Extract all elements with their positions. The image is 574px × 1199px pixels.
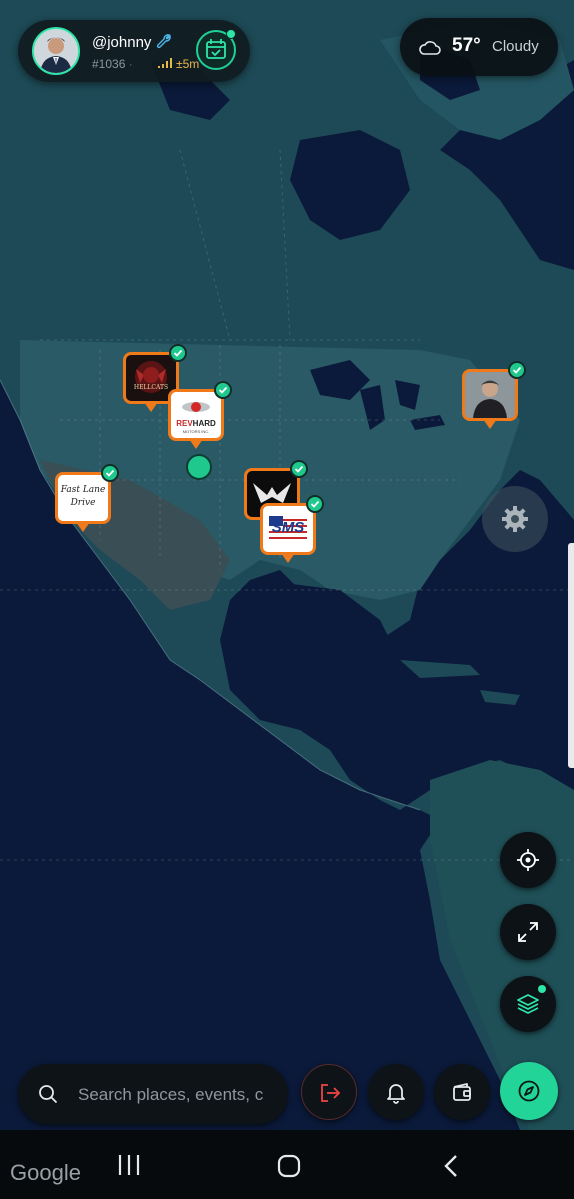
locate-me-button[interactable] xyxy=(500,832,556,888)
pin-tail xyxy=(76,522,90,532)
bell-icon xyxy=(387,1084,405,1104)
pin-tail xyxy=(483,419,497,429)
wrench-icon[interactable] xyxy=(156,33,172,49)
gps-accuracy: ±5m xyxy=(176,57,200,71)
crosshair-icon xyxy=(517,849,539,871)
map-pin-sms[interactable]: SMS xyxy=(260,495,324,567)
wallet-icon xyxy=(453,1083,471,1101)
wallet-button[interactable] xyxy=(434,1064,490,1120)
map-pin-person[interactable] xyxy=(462,361,526,433)
map-pin-fastlane[interactable]: Fast Lane Drive xyxy=(55,464,119,536)
verified-check-icon xyxy=(508,361,526,379)
layers-button[interactable] xyxy=(500,976,556,1032)
calendar-notification-dot xyxy=(226,29,236,39)
logout-icon xyxy=(321,1084,341,1102)
home-icon[interactable] xyxy=(276,1153,302,1179)
map-settings-button[interactable] xyxy=(482,486,548,552)
pin-tail xyxy=(144,402,158,412)
search-bar[interactable] xyxy=(18,1064,288,1124)
verified-check-icon xyxy=(290,460,308,478)
gear-icon xyxy=(502,506,528,532)
back-icon[interactable] xyxy=(440,1153,462,1179)
avatar[interactable] xyxy=(32,27,80,75)
pin-tail xyxy=(189,439,203,449)
fullscreen-button[interactable] xyxy=(500,904,556,960)
cloud-icon xyxy=(419,41,441,55)
logout-button[interactable] xyxy=(301,1064,357,1120)
weather-temperature: 57° xyxy=(452,35,481,56)
verified-check-icon xyxy=(214,381,232,399)
notifications-button[interactable] xyxy=(368,1064,424,1120)
recent-apps-icon[interactable] xyxy=(116,1153,142,1177)
user-id: #1036 · xyxy=(92,57,133,71)
verified-check-icon xyxy=(101,464,119,482)
compass-icon xyxy=(518,1080,540,1102)
pin-tail xyxy=(281,553,295,563)
weather-pill[interactable]: 57° Cloudy xyxy=(400,18,558,76)
map-attribution: Google xyxy=(10,1160,81,1185)
edge-panel-handle[interactable] xyxy=(568,543,574,768)
search-icon xyxy=(39,1085,58,1104)
verified-check-icon xyxy=(169,344,187,362)
signal-icon xyxy=(158,58,172,68)
map-pin-revhard[interactable]: REVHARD MOTORS INC. xyxy=(168,381,232,453)
username: @johnny xyxy=(92,34,152,51)
verified-check-icon xyxy=(306,495,324,513)
weather-condition: Cloudy xyxy=(492,38,539,55)
profile-pill[interactable]: @johnny #1036 · ±5m xyxy=(18,20,250,82)
user-location-dot[interactable] xyxy=(186,454,212,480)
explore-button[interactable] xyxy=(500,1062,558,1120)
search-input[interactable] xyxy=(76,1078,286,1112)
layers-icon xyxy=(517,994,539,1014)
layers-notification-dot xyxy=(538,985,546,993)
expand-icon xyxy=(518,922,538,942)
